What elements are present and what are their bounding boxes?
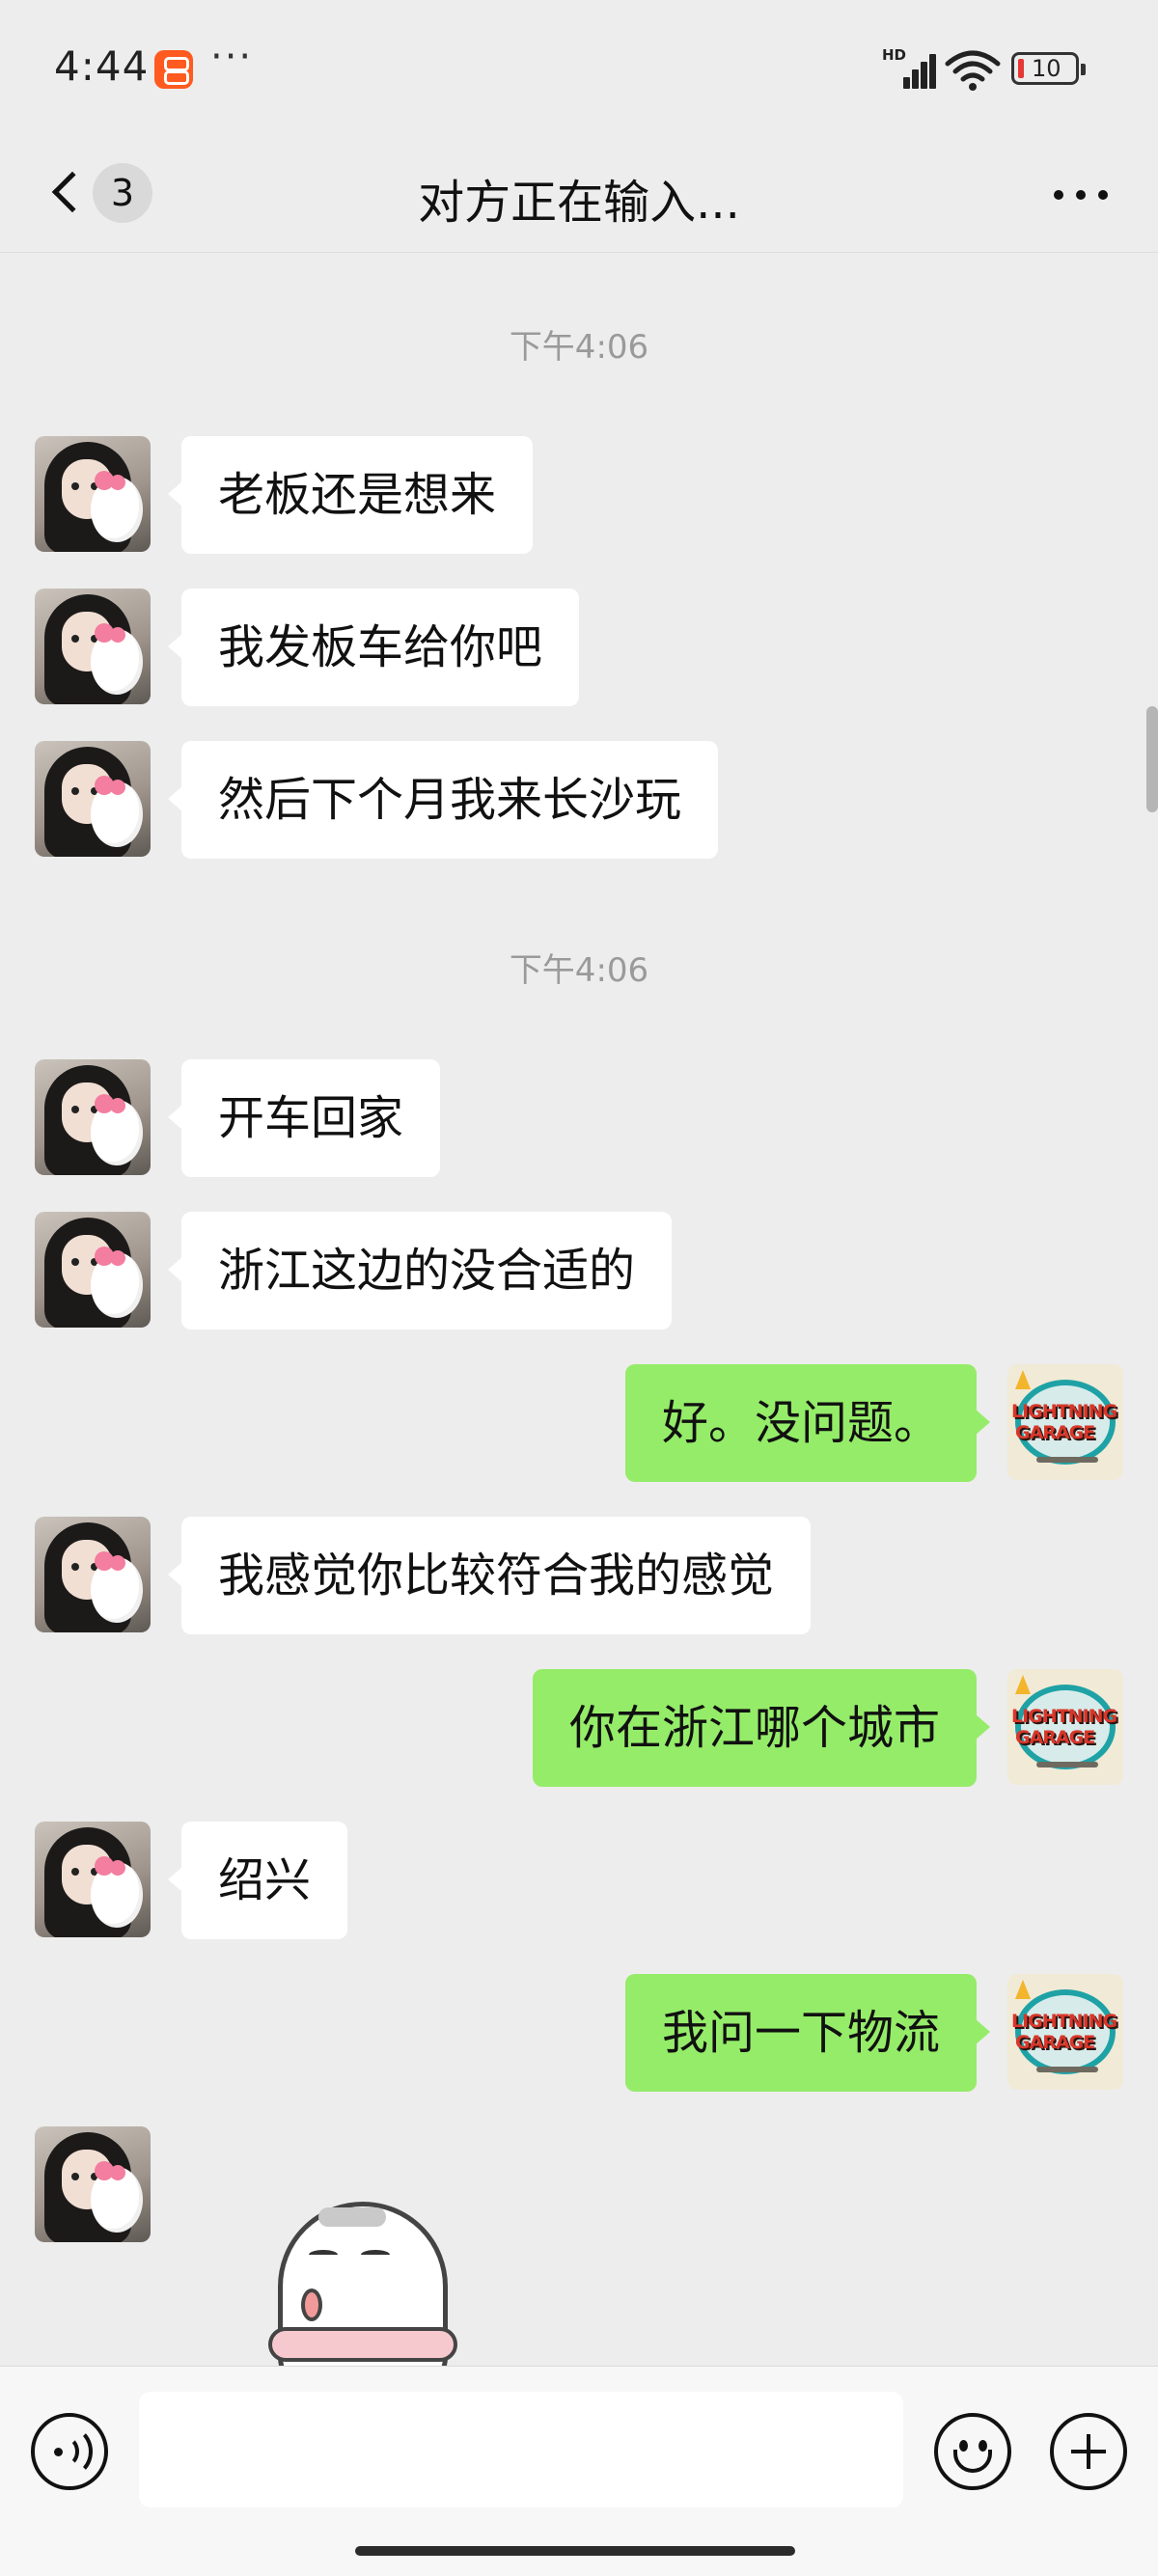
network-label: HD (882, 46, 907, 64)
chat-screen: 4:44 ··· HD 10 3 对方正在输入... 下午4:06 老板还是想来… (0, 0, 1158, 2576)
message-row: LIGHTNING GARAGE 好。没问题。 (0, 1364, 1158, 1482)
status-bar: 4:44 ··· HD 10 (0, 0, 1158, 135)
contact-avatar[interactable] (35, 1517, 151, 1632)
logo-text: LIGHTNING (1011, 1706, 1117, 1727)
message-row: 绍兴 (0, 1822, 1158, 1939)
unread-count-badge: 3 (93, 163, 152, 223)
more-actions-button[interactable] (1050, 2413, 1127, 2490)
self-avatar[interactable]: LIGHTNING GARAGE (1007, 1669, 1123, 1785)
battery-level: 10 (1032, 55, 1062, 82)
chat-header: 3 对方正在输入... (0, 135, 1158, 253)
message-row: 我感觉你比较符合我的感觉 (0, 1517, 1158, 1634)
home-indicator[interactable] (355, 2546, 795, 2556)
incoming-message-bubble[interactable]: 然后下个月我来长沙玩 (167, 741, 719, 859)
more-dots-icon (1054, 190, 1063, 200)
logo-text: GARAGE (1015, 1422, 1095, 1443)
incoming-message-bubble[interactable]: 我发板车给你吧 (167, 589, 580, 706)
message-row: 开车回家 (0, 1059, 1158, 1177)
app-notification-icon (154, 50, 193, 89)
message-row (0, 2126, 1158, 2244)
contact-avatar[interactable] (35, 1212, 151, 1328)
message-row: 然后下个月我来长沙玩 (0, 741, 1158, 859)
timestamp-separator: 下午4:06 (509, 328, 649, 367)
contact-avatar[interactable] (35, 741, 151, 857)
battery-level-fill (1018, 59, 1024, 78)
message-row: LIGHTNING GARAGE 你在浙江哪个城市 (0, 1669, 1158, 1787)
incoming-message-bubble[interactable]: 绍兴 (167, 1822, 348, 1939)
input-bar (0, 2366, 1158, 2576)
voice-button[interactable] (31, 2413, 108, 2490)
self-avatar[interactable]: LIGHTNING GARAGE (1007, 1974, 1123, 2090)
battery-icon: 10 (1011, 52, 1086, 85)
outgoing-message-bubble[interactable]: 你在浙江哪个城市 (532, 1669, 991, 1787)
incoming-message-bubble[interactable]: 我感觉你比较符合我的感觉 (167, 1517, 812, 1634)
contact-avatar[interactable] (35, 436, 151, 552)
logo-text: GARAGE (1015, 2032, 1095, 2053)
logo-text: LIGHTNING (1011, 1401, 1117, 1422)
contact-avatar[interactable] (35, 2126, 151, 2242)
signal-icon: HD (882, 46, 936, 89)
incoming-message-bubble[interactable]: 开车回家 (167, 1059, 441, 1177)
chat-title: 对方正在输入... (418, 176, 740, 230)
logo-text: GARAGE (1015, 1727, 1095, 1748)
emoji-button[interactable] (934, 2413, 1011, 2490)
incoming-message-bubble[interactable]: 老板还是想来 (167, 436, 534, 554)
message-row: 老板还是想来 (0, 436, 1158, 554)
self-avatar[interactable]: LIGHTNING GARAGE (1007, 1364, 1123, 1480)
incoming-message-bubble[interactable]: 浙江这边的没合适的 (167, 1212, 673, 1329)
status-more-icon: ··· (210, 35, 254, 79)
timestamp-separator: 下午4:06 (509, 951, 649, 990)
outgoing-message-bubble[interactable]: 我问一下物流 (624, 1974, 991, 2092)
outgoing-message-bubble[interactable]: 好。没问题。 (624, 1364, 991, 1482)
back-button[interactable]: 3 (39, 154, 164, 232)
chevron-left-icon (51, 171, 94, 213)
contact-avatar[interactable] (35, 1822, 151, 1937)
logo-text: LIGHTNING (1011, 2011, 1117, 2032)
message-row: 浙江这边的没合适的 (0, 1212, 1158, 1329)
message-list[interactable]: 下午4:06 老板还是想来 我发板车给你吧 然后下个月我来长沙玩 下午4:06 … (0, 253, 1158, 2366)
status-time: 4:44 (54, 42, 150, 90)
seal-sticker[interactable] (261, 2182, 463, 2366)
wifi-icon (945, 50, 1001, 91)
message-row: LIGHTNING GARAGE 我问一下物流 (0, 1974, 1158, 2092)
message-row: 我发板车给你吧 (0, 589, 1158, 706)
contact-avatar[interactable] (35, 1059, 151, 1175)
message-input[interactable] (139, 2392, 903, 2507)
contact-avatar[interactable] (35, 589, 151, 704)
more-options-button[interactable] (1042, 164, 1119, 222)
